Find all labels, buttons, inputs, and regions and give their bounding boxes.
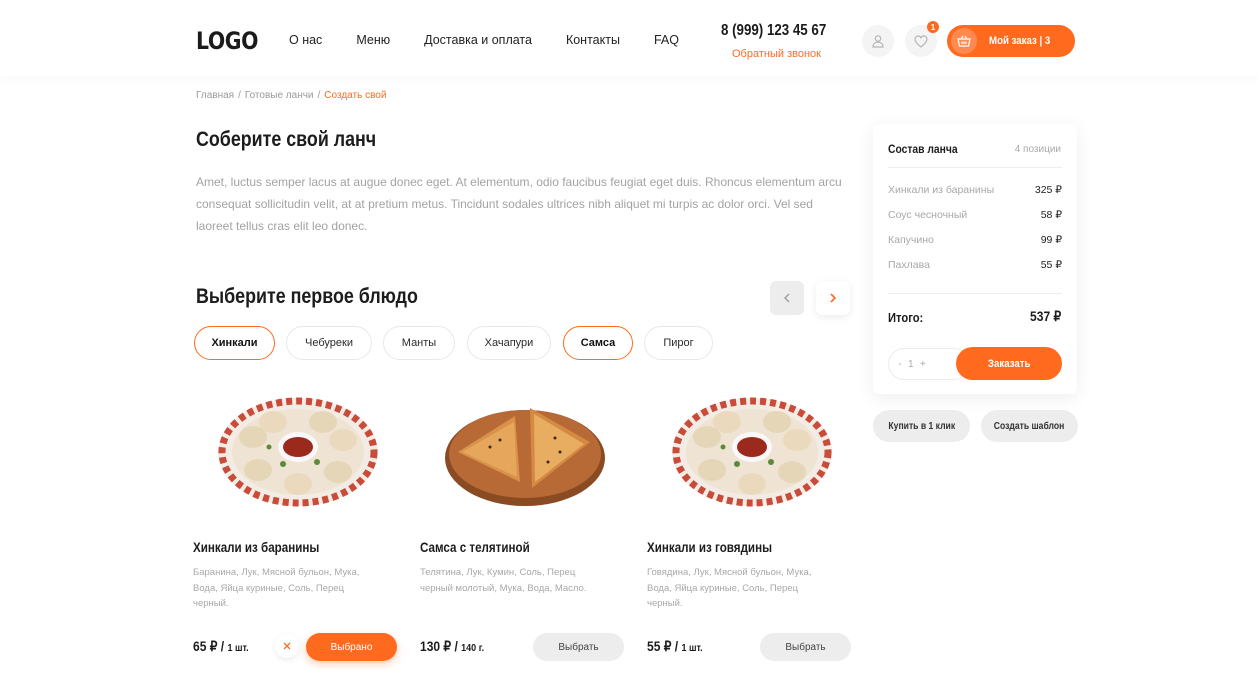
next-button[interactable] <box>816 281 850 315</box>
summary-item: Пахлава 55 ₽ <box>888 259 1062 271</box>
prev-button[interactable] <box>770 281 804 315</box>
product-price: 65 ₽ / 1 шт. <box>193 638 249 655</box>
price-value: 130 ₽ / <box>420 638 462 654</box>
product-name[interactable]: Хинкали из говядины <box>647 540 772 555</box>
favorites-count-badge: 1 <box>927 21 939 33</box>
chip-khachapuri[interactable]: Хачапури <box>467 326 551 360</box>
lunch-summary-panel: Состав ланча 4 позиции Хинкали из барани… <box>873 124 1077 394</box>
total-label: Итого: <box>888 310 924 325</box>
main-nav: О нас Меню Доставка и оплата Контакты FA… <box>289 33 713 47</box>
select-button[interactable]: Выбрать <box>533 633 624 661</box>
nav-item-delivery[interactable]: Доставка и оплата <box>424 33 532 47</box>
site-header: LOGO О нас Меню Доставка и оплата Контак… <box>0 0 1258 76</box>
chevron-right-icon <box>830 293 837 303</box>
close-icon <box>283 642 291 650</box>
samsa-board-image <box>445 408 605 506</box>
order-button[interactable]: Заказать <box>956 347 1062 380</box>
summary-item-label: Соус чесночный <box>888 209 968 221</box>
buy-one-click-button[interactable]: Купить в 1 клик <box>873 410 970 442</box>
breadcrumb-separator: / <box>238 90 241 101</box>
summary-item: Соус чесночный 58 ₽ <box>888 209 1062 221</box>
summary-title: Состав ланча <box>888 142 958 156</box>
nav-item-menu[interactable]: Меню <box>356 33 390 47</box>
breadcrumb-current: Создать свой <box>324 90 387 101</box>
heart-icon <box>914 34 928 48</box>
section-title: Выберите первое блюдо <box>196 285 418 308</box>
my-order-button[interactable]: Мой заказ | 3 <box>947 25 1075 57</box>
nav-item-faq[interactable]: FAQ <box>654 33 679 47</box>
qty-value[interactable]: 1 <box>908 359 914 370</box>
nav-item-about[interactable]: О нас <box>289 33 322 47</box>
chevron-left-icon <box>784 293 790 303</box>
product-card: Хинкали из баранины Баранина, Лук, Мясно… <box>193 384 403 674</box>
total-value: 537 ₽ <box>1029 308 1061 324</box>
buy-one-click-label: Купить в 1 клик <box>888 420 955 432</box>
khinkali-plate-image <box>672 397 832 507</box>
create-template-label: Создать шаблон <box>994 420 1065 432</box>
product-description: Телятина, Лук, Кумин, Соль, Перец черный… <box>420 567 587 594</box>
chip-khinkali[interactable]: Хинкали <box>194 326 275 360</box>
khinkali-plate-image <box>218 397 378 507</box>
qty-plus-button[interactable]: + <box>920 359 926 370</box>
my-order-label: Мой заказ | 3 <box>989 35 1051 47</box>
chip-samsa[interactable]: Самса <box>563 326 633 360</box>
summary-count: 4 позиции <box>1014 144 1061 155</box>
summary-item-label: Капучино <box>888 234 934 246</box>
summary-item: Капучино 99 ₽ <box>888 234 1062 246</box>
product-price: 130 ₽ / 140 г. <box>420 638 484 655</box>
product-name[interactable]: Хинкали из баранины <box>193 540 319 555</box>
page-title: Соберите свой ланч <box>196 128 377 151</box>
summary-item: Хинкали из баранины 325 ₽ <box>888 184 1062 196</box>
qty-minus-button[interactable]: - <box>898 359 901 370</box>
product-card: Хинкали из говядины Говядина, Лук, Мясно… <box>647 384 857 674</box>
nav-item-contacts[interactable]: Контакты <box>566 33 620 47</box>
callback-link[interactable]: Обратный звонок <box>732 48 821 60</box>
breadcrumb: Главная / Готовые ланчи / Создать свой <box>196 90 386 101</box>
logo[interactable]: LOGO <box>196 27 258 55</box>
selected-button[interactable]: Выбрано <box>306 633 397 661</box>
price-unit: 140 г. <box>461 642 485 654</box>
breadcrumb-ready-lunches[interactable]: Готовые ланчи <box>245 90 314 101</box>
user-icon <box>872 35 884 48</box>
price-value: 65 ₽ / <box>193 638 228 654</box>
summary-item-price: 55 ₽ <box>1040 259 1062 271</box>
basket-icon <box>957 35 971 47</box>
product-price: 55 ₽ / 1 шт. <box>647 638 703 655</box>
remove-button[interactable] <box>275 634 299 658</box>
price-value: 55 ₽ / <box>647 638 682 654</box>
chip-manty[interactable]: Манты <box>383 326 455 360</box>
price-unit: 1 шт. <box>227 642 249 654</box>
intro-text: Amet, luctus semper lacus at augue donec… <box>196 175 842 233</box>
summary-divider <box>888 293 1062 294</box>
order-button-label: Заказать <box>987 357 1031 370</box>
breadcrumb-separator: / <box>317 90 321 101</box>
chip-pirog[interactable]: Пирог <box>644 326 713 360</box>
product-name[interactable]: Самса с телятиной <box>420 540 530 555</box>
phone-number[interactable]: 8 (999) 123 45 67 <box>721 22 826 40</box>
product-description: Говядина, Лук, Мясной бульон, Мука, Вода… <box>647 567 812 609</box>
basket-icon-wrap <box>951 28 977 54</box>
price-unit: 1 шт. <box>681 642 703 654</box>
profile-button[interactable] <box>862 25 894 57</box>
summary-item-label: Хинкали из баранины <box>888 184 995 196</box>
summary-item-label: Пахлава <box>888 259 930 271</box>
summary-item-price: 58 ₽ <box>1040 209 1062 221</box>
create-template-button[interactable]: Создать шаблон <box>981 410 1078 442</box>
summary-item-price: 325 ₽ <box>1034 184 1062 196</box>
breadcrumb-home[interactable]: Главная <box>196 90 234 101</box>
product-card: Самса с телятиной Телятина, Лук, Кумин, … <box>420 384 630 674</box>
select-button[interactable]: Выбрать <box>760 633 851 661</box>
chip-chebureki[interactable]: Чебуреки <box>286 326 372 360</box>
product-description: Баранина, Лук, Мясной бульон, Мука, Вода… <box>193 567 360 609</box>
summary-divider <box>888 167 1062 168</box>
summary-item-price: 99 ₽ <box>1040 234 1062 246</box>
